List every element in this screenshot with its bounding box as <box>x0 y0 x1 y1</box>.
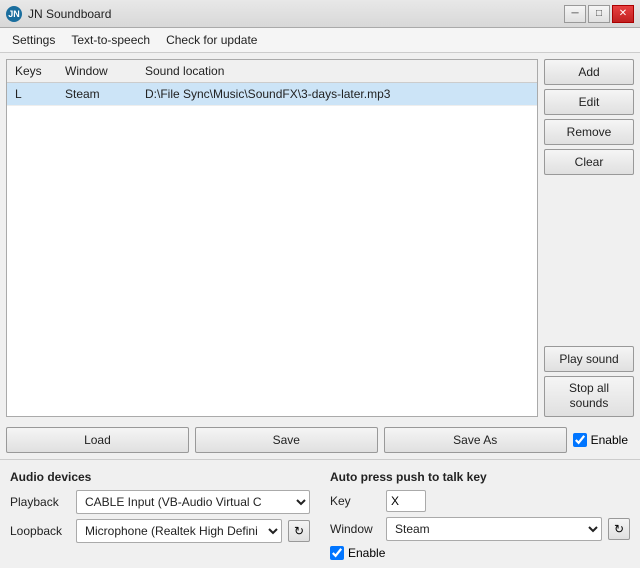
title-bar: JN JN Soundboard ─ □ ✕ <box>0 0 640 28</box>
close-button[interactable]: ✕ <box>612 5 634 23</box>
window-refresh-button[interactable]: ↻ <box>608 518 630 540</box>
lower-section: Audio devices Playback CABLE Input (VB-A… <box>0 462 640 568</box>
menu-settings[interactable]: Settings <box>4 30 63 50</box>
divider <box>0 459 640 460</box>
minimize-button[interactable]: ─ <box>564 5 586 23</box>
table-row[interactable]: L Steam D:\File Sync\Music\SoundFX\3-day… <box>7 83 537 106</box>
edit-button[interactable]: Edit <box>544 89 634 115</box>
playback-label: Playback <box>10 495 70 509</box>
playback-row: Playback CABLE Input (VB-Audio Virtual C <box>10 490 310 514</box>
bottom-buttons: Load Save Save As Enable <box>0 423 640 457</box>
header-sound-location: Sound location <box>141 62 533 80</box>
loopback-label: Loopback <box>10 524 70 538</box>
key-input[interactable] <box>386 490 426 512</box>
title-bar-controls: ─ □ ✕ <box>564 5 634 23</box>
save-button[interactable]: Save <box>195 427 378 453</box>
main-content: Keys Window Sound location L Steam D:\Fi… <box>0 53 640 423</box>
window-title: JN Soundboard <box>28 7 111 21</box>
cell-window: Steam <box>61 85 141 103</box>
auto-press: Auto press push to talk key Key Window S… <box>330 470 630 560</box>
clear-button[interactable]: Clear <box>544 149 634 175</box>
table-body[interactable]: L Steam D:\File Sync\Music\SoundFX\3-day… <box>7 83 537 416</box>
auto-press-enable-row: Enable <box>330 546 630 560</box>
audio-devices-title: Audio devices <box>10 470 310 484</box>
stop-all-button[interactable]: Stop all sounds <box>544 376 634 417</box>
title-bar-left: JN JN Soundboard <box>6 6 111 22</box>
remove-button[interactable]: Remove <box>544 119 634 145</box>
loopback-refresh-button[interactable]: ↻ <box>288 520 310 542</box>
window-select[interactable]: Steam <box>386 517 602 541</box>
auto-press-enable-checkbox[interactable] <box>330 546 344 560</box>
enable-checkbox[interactable] <box>573 433 587 447</box>
loopback-select[interactable]: Microphone (Realtek High Defini <box>76 519 282 543</box>
load-button[interactable]: Load <box>6 427 189 453</box>
menu-tts[interactable]: Text-to-speech <box>63 30 158 50</box>
key-row: Key <box>330 490 630 512</box>
window-row: Window Steam ↻ <box>330 517 630 541</box>
enable-label: Enable <box>591 433 628 447</box>
cell-keys: L <box>11 85 61 103</box>
enable-row: Enable <box>573 433 634 447</box>
auto-press-title: Auto press push to talk key <box>330 470 630 484</box>
playback-select[interactable]: CABLE Input (VB-Audio Virtual C <box>76 490 310 514</box>
header-window: Window <box>61 62 141 80</box>
play-sound-button[interactable]: Play sound <box>544 346 634 372</box>
key-label: Key <box>330 494 380 508</box>
loopback-row: Loopback Microphone (Realtek High Defini… <box>10 519 310 543</box>
app-icon: JN <box>6 6 22 22</box>
add-button[interactable]: Add <box>544 59 634 85</box>
save-as-button[interactable]: Save As <box>384 427 567 453</box>
sound-table: Keys Window Sound location L Steam D:\Fi… <box>6 59 538 417</box>
table-header: Keys Window Sound location <box>7 60 537 83</box>
button-panel: Add Edit Remove Clear Play sound Stop al… <box>544 59 634 417</box>
maximize-button[interactable]: □ <box>588 5 610 23</box>
menu-bar: Settings Text-to-speech Check for update <box>0 28 640 53</box>
audio-devices: Audio devices Playback CABLE Input (VB-A… <box>10 470 310 560</box>
auto-press-enable-label: Enable <box>348 546 385 560</box>
menu-update[interactable]: Check for update <box>158 30 265 50</box>
header-keys: Keys <box>11 62 61 80</box>
window-label: Window <box>330 522 380 536</box>
cell-sound-location: D:\File Sync\Music\SoundFX\3-days-later.… <box>141 85 533 103</box>
